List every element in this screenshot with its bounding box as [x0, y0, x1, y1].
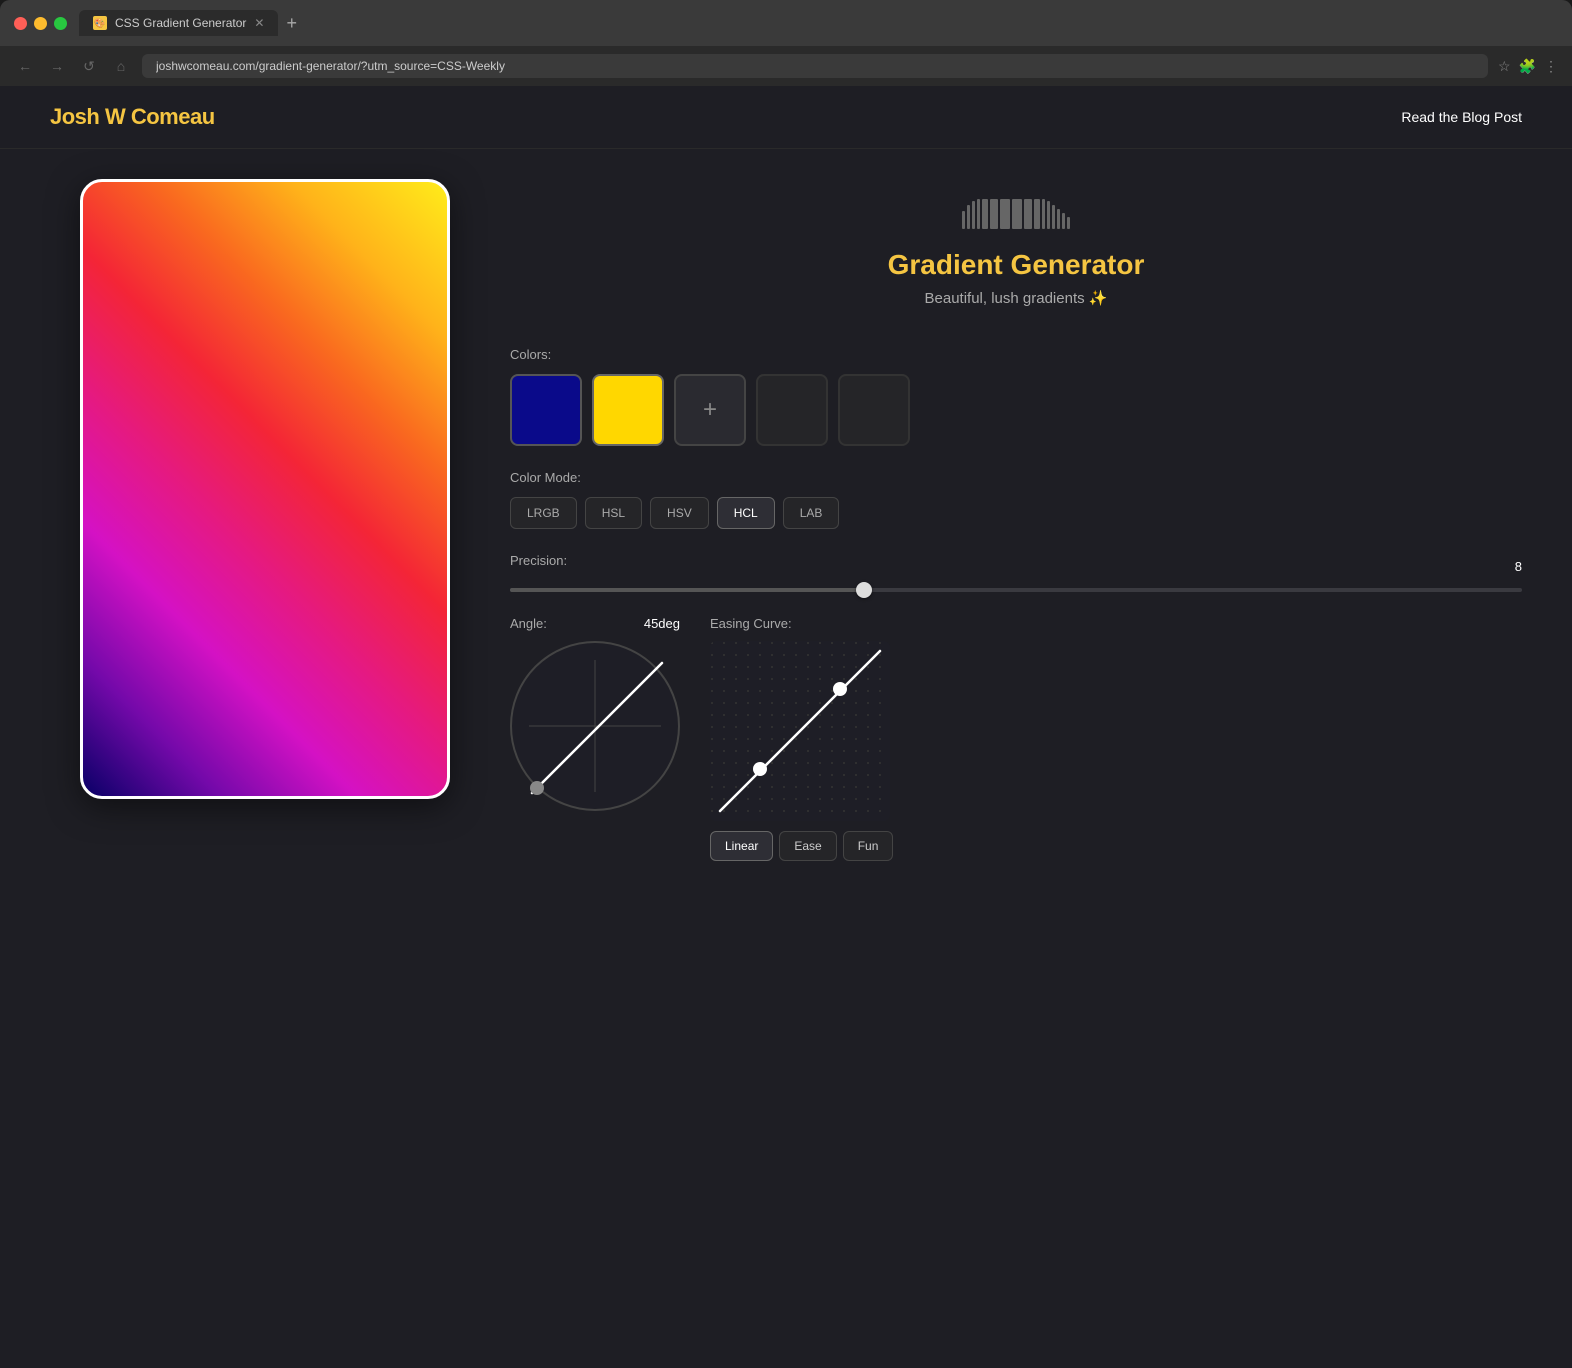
app-layout: Gradient Generator Beautiful, lush gradi…: [0, 149, 1572, 891]
bar: [1062, 213, 1065, 229]
easing-label: Easing Curve:: [710, 616, 1522, 631]
ease-btn-ease[interactable]: Ease: [779, 831, 836, 861]
bar: [1042, 199, 1045, 229]
precision-slider[interactable]: [510, 588, 1522, 592]
refresh-button[interactable]: ↺: [78, 58, 100, 75]
minimize-traffic-light[interactable]: [34, 17, 47, 30]
slider-fill: [510, 588, 864, 592]
mode-btn-hsv[interactable]: HSV: [650, 497, 709, 529]
precision-label: Precision:: [510, 553, 567, 568]
bar: [972, 201, 975, 229]
bar: [1052, 205, 1055, 229]
maximize-traffic-light[interactable]: [54, 17, 67, 30]
bar: [982, 199, 988, 229]
angle-dial[interactable]: [510, 641, 680, 811]
precision-section: Precision: 8: [510, 553, 1522, 592]
bottom-controls: Angle: 45deg: [510, 616, 1522, 861]
site-nav: Josh W Comeau Read the Blog Post: [0, 86, 1572, 149]
angle-label: Angle:: [510, 616, 547, 631]
gradient-preview: [80, 179, 450, 799]
main-content: Josh W Comeau Read the Blog Post: [0, 86, 1572, 1368]
colors-label: Colors:: [510, 347, 1522, 362]
forward-button[interactable]: →: [46, 58, 68, 74]
hero-title: Gradient Generator: [510, 249, 1522, 281]
color-swatch-blue[interactable]: [510, 374, 582, 446]
precision-value: 8: [1515, 559, 1522, 574]
address-bar: ← → ↺ ⌂ ☆ 🧩 ⋮: [0, 46, 1572, 86]
easing-section: Easing Curve:: [710, 616, 1522, 861]
mode-btn-hsl[interactable]: HSL: [585, 497, 642, 529]
dial-svg: [512, 643, 678, 809]
bar: [967, 205, 970, 229]
menu-icon[interactable]: ⋮: [1544, 58, 1558, 75]
browser-titlebar: 🎨 CSS Gradient Generator ✕ +: [0, 0, 1572, 46]
bar: [1000, 199, 1010, 229]
extensions-icon[interactable]: 🧩: [1519, 58, 1536, 75]
angle-section: Angle: 45deg: [510, 616, 680, 811]
color-swatches: +: [510, 374, 1522, 446]
hero-section: Gradient Generator Beautiful, lush gradi…: [510, 189, 1522, 323]
barcode-icon: [510, 199, 1522, 229]
traffic-lights: [14, 17, 67, 30]
right-panel: Gradient Generator Beautiful, lush gradi…: [510, 179, 1522, 861]
bar: [1057, 209, 1060, 229]
home-button[interactable]: ⌂: [110, 58, 132, 74]
back-button[interactable]: ←: [14, 58, 36, 74]
bar: [1012, 199, 1022, 229]
color-swatch-empty-1: [756, 374, 828, 446]
bar: [1034, 199, 1040, 229]
add-color-button[interactable]: +: [674, 374, 746, 446]
easing-svg: [710, 641, 890, 821]
mode-buttons: LRGB HSL HSV HCL LAB: [510, 497, 1522, 529]
precision-header: Precision: 8: [510, 553, 1522, 580]
color-mode-section: Color Mode: LRGB HSL HSV HCL LAB: [510, 470, 1522, 529]
hero-subtitle: Beautiful, lush gradients ✨: [510, 289, 1522, 307]
bar: [962, 211, 965, 229]
bar: [990, 199, 998, 229]
slider-thumb[interactable]: [856, 582, 872, 598]
ease-btn-linear[interactable]: Linear: [710, 831, 773, 861]
colors-section: Colors: +: [510, 347, 1522, 446]
blog-link[interactable]: Read the Blog Post: [1401, 109, 1522, 125]
easing-graph[interactable]: [710, 641, 890, 821]
easing-handle-1[interactable]: [833, 682, 847, 696]
url-input[interactable]: [142, 54, 1488, 78]
bar: [977, 199, 980, 229]
tab-favicon: 🎨: [93, 16, 107, 30]
browser-action-icons: ☆ 🧩 ⋮: [1498, 58, 1558, 75]
color-swatch-yellow[interactable]: [592, 374, 664, 446]
mode-btn-lab[interactable]: LAB: [783, 497, 840, 529]
site-logo: Josh W Comeau: [50, 104, 215, 130]
bar: [1067, 217, 1070, 229]
browser-window: 🎨 CSS Gradient Generator ✕ + ← → ↺ ⌂ ☆ 🧩…: [0, 0, 1572, 1368]
tab-title: CSS Gradient Generator: [115, 16, 246, 30]
tab-close-icon[interactable]: ✕: [254, 16, 264, 30]
new-tab-button[interactable]: +: [286, 13, 297, 34]
mode-btn-lrgb[interactable]: LRGB: [510, 497, 577, 529]
bar: [1024, 199, 1032, 229]
bar: [1047, 201, 1050, 229]
angle-header: Angle: 45deg: [510, 616, 680, 631]
tab-bar: 🎨 CSS Gradient Generator ✕ +: [79, 10, 1558, 36]
angle-value: 45deg: [644, 616, 680, 631]
gradient-preview-container: [80, 179, 450, 799]
close-traffic-light[interactable]: [14, 17, 27, 30]
easing-buttons: Linear Ease Fun: [710, 831, 1522, 861]
bookmark-icon[interactable]: ☆: [1498, 58, 1511, 75]
ease-btn-fun[interactable]: Fun: [843, 831, 894, 861]
color-mode-label: Color Mode:: [510, 470, 1522, 485]
easing-handle-2[interactable]: [753, 762, 767, 776]
color-swatch-empty-2: [838, 374, 910, 446]
mode-btn-hcl[interactable]: HCL: [717, 497, 775, 529]
browser-tab[interactable]: 🎨 CSS Gradient Generator ✕: [79, 10, 278, 36]
